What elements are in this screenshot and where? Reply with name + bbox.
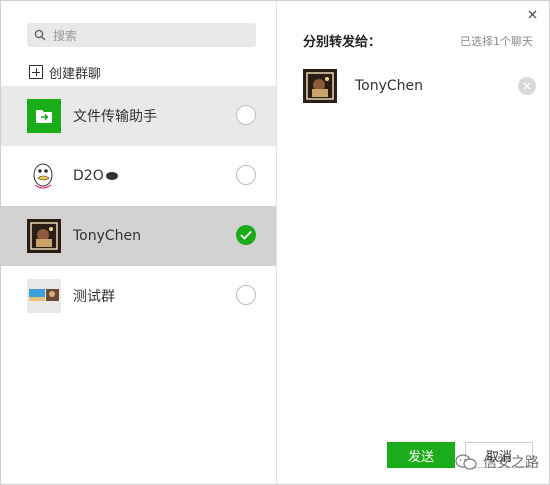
contact-name: 文件传输助手 <box>73 109 157 125</box>
contact-item-file-transfer[interactable]: 文件传输助手 <box>1 86 276 146</box>
checkbox-circle[interactable] <box>236 285 256 305</box>
forward-title: 分别转发给： <box>303 35 382 50</box>
duck-avatar <box>27 159 61 193</box>
search-placeholder: 搜索 <box>53 28 78 43</box>
search-input[interactable]: 搜索 <box>27 23 256 47</box>
wechat-logo-icon <box>455 454 477 470</box>
checkbox-circle[interactable] <box>236 105 256 125</box>
contact-name: 测试群 <box>73 289 115 305</box>
contact-item-test-group[interactable]: 测试群 <box>1 266 276 326</box>
contact-picker-panel: 搜索 创建群聊 文件传输助手 D2O TonyChen 测试群 <box>1 1 277 484</box>
checkbox-circle[interactable] <box>236 165 256 185</box>
forward-dialog: 搜索 创建群聊 文件传输助手 D2O TonyChen 测试群 分别转发给： 已… <box>0 0 550 485</box>
emoji-dot-icon <box>105 172 118 180</box>
send-button[interactable]: 发送 <box>387 442 455 468</box>
chosen-contact-name: TonyChen <box>355 78 424 94</box>
chosen-contact: TonyChen <box>303 69 539 103</box>
contact-item-d2o[interactable]: D2O <box>1 146 276 206</box>
file-transfer-icon <box>27 99 61 133</box>
watermark-text: 信安之路 <box>483 455 539 471</box>
contact-item-tonychen[interactable]: TonyChen <box>1 206 276 266</box>
search-icon <box>33 28 47 42</box>
group-avatar <box>27 279 61 313</box>
create-group-button[interactable]: 创建群聊 <box>29 63 102 82</box>
contact-list: 文件传输助手 D2O TonyChen 测试群 <box>1 86 276 326</box>
watermark: 信安之路 <box>455 452 539 472</box>
remove-icon[interactable] <box>518 77 536 95</box>
plus-box-icon <box>29 65 43 79</box>
checkmark-icon[interactable] <box>236 225 256 245</box>
contact-name: TonyChen <box>73 228 142 244</box>
photo-avatar <box>27 219 61 253</box>
selected-count: 已选择1个聊天 <box>460 35 533 48</box>
photo-avatar <box>303 69 337 103</box>
forward-target-panel: 分别转发给： 已选择1个聊天 TonyChen 发送 取消 信安之路 <box>277 1 549 484</box>
create-group-label: 创建群聊 <box>49 66 102 82</box>
close-icon[interactable] <box>526 8 538 20</box>
contact-name: D2O <box>73 168 118 184</box>
